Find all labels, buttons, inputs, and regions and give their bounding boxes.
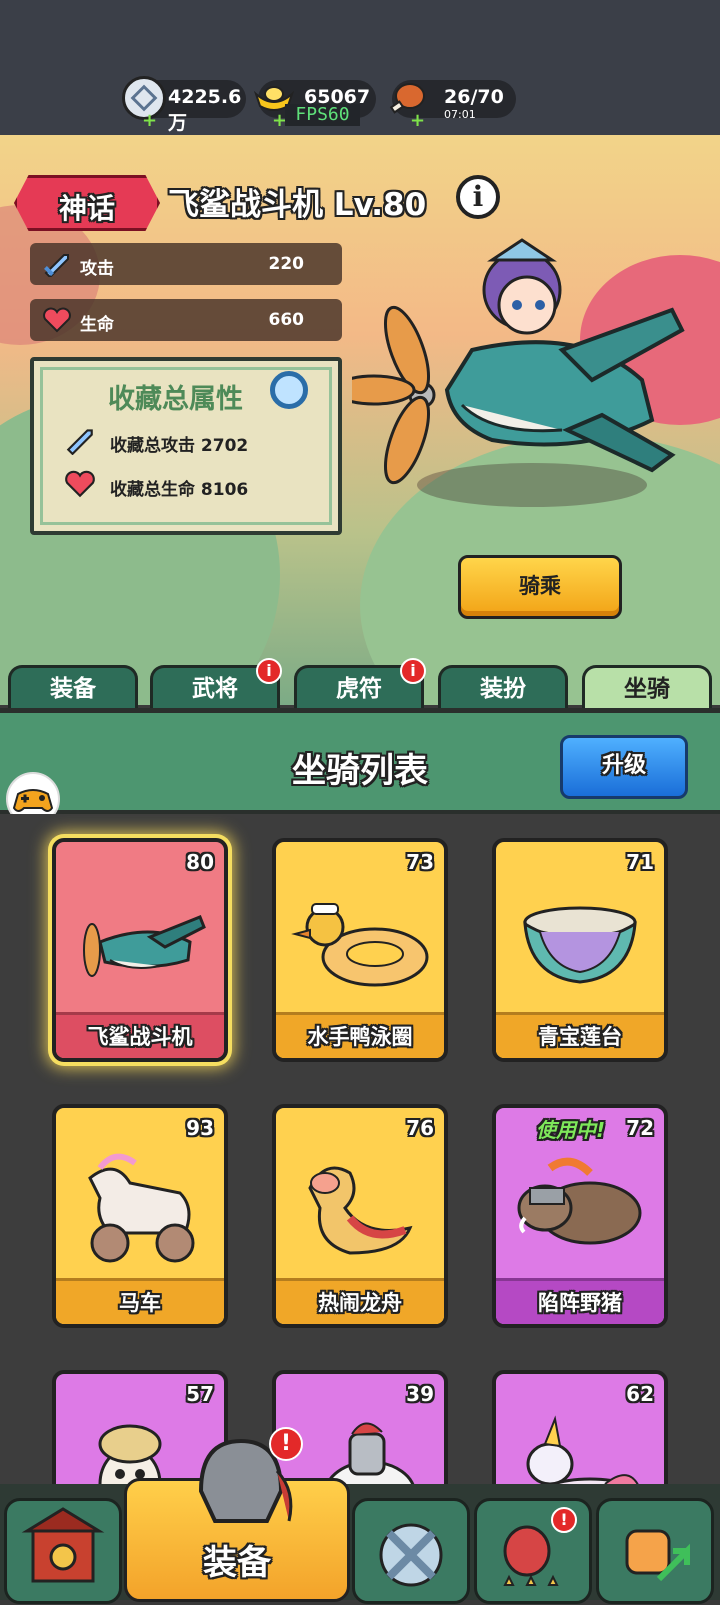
nav-battle[interactable] [352,1498,470,1604]
attack-value: 220 [268,254,305,274]
heart-icon [43,307,71,333]
mount-card-level: 73 [406,850,434,874]
mount-card-level: 62 [626,1382,654,1406]
mount-showcase: 神话 飞鲨战斗机 Lv.80 i 攻击 220 生命 660 收藏总属性 收藏总… [0,135,720,705]
attack-stat: 攻击 220 [30,243,342,285]
shark-fighter-mount-image [352,238,685,507]
nav-upgrade[interactable] [596,1498,714,1604]
nav-equipment-active[interactable]: ! 装备 [124,1427,350,1602]
mount-card-name: 飞鲨战斗机 [56,1012,224,1058]
nav-equipment-alert: ! [269,1427,303,1461]
mount-list-header: 坐骑列表 升级 [0,708,720,814]
collection-title: 收藏总属性 [108,384,243,415]
tab-outfit[interactable]: 装扮 [438,665,568,709]
mount-card[interactable]: 93 马车 [52,1104,228,1328]
sword-icon [66,429,93,455]
sword-icon [44,254,69,277]
rarity-label: 神话 [58,192,115,225]
mount-card[interactable]: 80 飞鲨战斗机 [52,838,228,1062]
hp-label: 生命 [80,315,114,335]
mount-card-name: 青宝莲台 [496,1012,664,1058]
stamina-value: 26/70 [444,86,504,108]
resource-bar: 4225.6万 + 65067 + 26/70 07:01 + FPS60 [0,0,720,135]
dragon-boat-icon [308,1166,413,1255]
nav-equipment-label: 装备 [203,1543,271,1583]
mount-card-name: 水手鸭泳圈 [276,1012,444,1058]
mount-card-level: 93 [186,1116,214,1140]
magnifier-icon[interactable] [270,371,308,409]
stamina-resource[interactable]: 26/70 07:01 + [389,80,516,131]
mount-title: 飞鲨战斗机 Lv.80 [168,187,427,223]
ride-button[interactable]: 骑乘 [458,555,622,619]
mount-card-level: 39 [406,1382,434,1406]
tab-equipment[interactable]: 装备 [8,665,138,709]
tab-mounts[interactable]: 坐骑 [582,665,712,709]
silver-plus-icon[interactable]: + [142,110,157,131]
nav-home[interactable] [4,1498,122,1604]
fist-arrow-icon [625,1529,690,1582]
nav-heroes[interactable]: ! [474,1498,592,1604]
castle-gate-icon [21,1507,105,1583]
silver-resource[interactable]: 4225.6万 + [122,76,246,134]
collection-panel: 收藏总属性 收藏总攻击 2702 收藏总生命 8106 [30,357,342,535]
mount-card-level: 80 [186,850,214,874]
collection-hp-text: 收藏总生命 8106 [110,480,249,500]
hp-value: 660 [268,310,305,330]
hp-stat: 生命 660 [30,299,342,341]
collection-attack-text: 收藏总攻击 2702 [110,436,249,456]
mount-card[interactable]: 73 水手鸭泳圈 [272,838,448,1062]
in-use-label: 使用中! [536,1118,606,1142]
rarity-badge: 神话 [14,175,160,231]
war-boar-icon [517,1157,642,1245]
mount-card-level: 76 [406,1116,434,1140]
sailor-duck-float-icon [291,903,429,987]
shark-fighter-icon [83,915,206,977]
mount-card-name: 热闹龙舟 [276,1278,444,1324]
stamina-plus-icon[interactable]: + [410,110,425,131]
tab-tiger-tally-badge: i [400,658,426,684]
mount-grid: 80 飞鲨战斗机 73 水手鸭泳圈 71 青宝莲台 93 马车 76 热闹龙舟 … [0,814,720,1594]
attack-label: 攻击 [80,259,114,279]
mount-card-level: 72 [626,1116,654,1140]
lotus-platform-icon [523,906,637,984]
mount-card[interactable]: 71 青宝莲台 [492,838,668,1062]
mount-card-name: 陷阵野猪 [496,1278,664,1324]
mount-card-level: 57 [186,1382,214,1406]
bottom-navigation: ! [0,1484,720,1604]
info-button[interactable]: i [456,175,500,219]
mount-card-level: 71 [626,850,654,874]
upgrade-button[interactable]: 升级 [560,735,688,799]
crossed-swords-shield-icon [379,1523,443,1587]
heart-icon [65,470,95,498]
mount-card[interactable]: 76 热闹龙舟 [272,1104,448,1328]
tab-generals-badge: i [256,658,282,684]
mount-card-name: 马车 [56,1278,224,1324]
nav-heroes-alert: ! [551,1507,577,1533]
stamina-timer: 07:01 [444,108,476,121]
silver-value: 4225.6万 [168,86,242,134]
fps-counter: FPS60 [285,104,360,126]
carriage-horse-icon [88,1153,195,1263]
mount-card[interactable]: 使用中! 72 陷阵野猪 [492,1104,668,1328]
